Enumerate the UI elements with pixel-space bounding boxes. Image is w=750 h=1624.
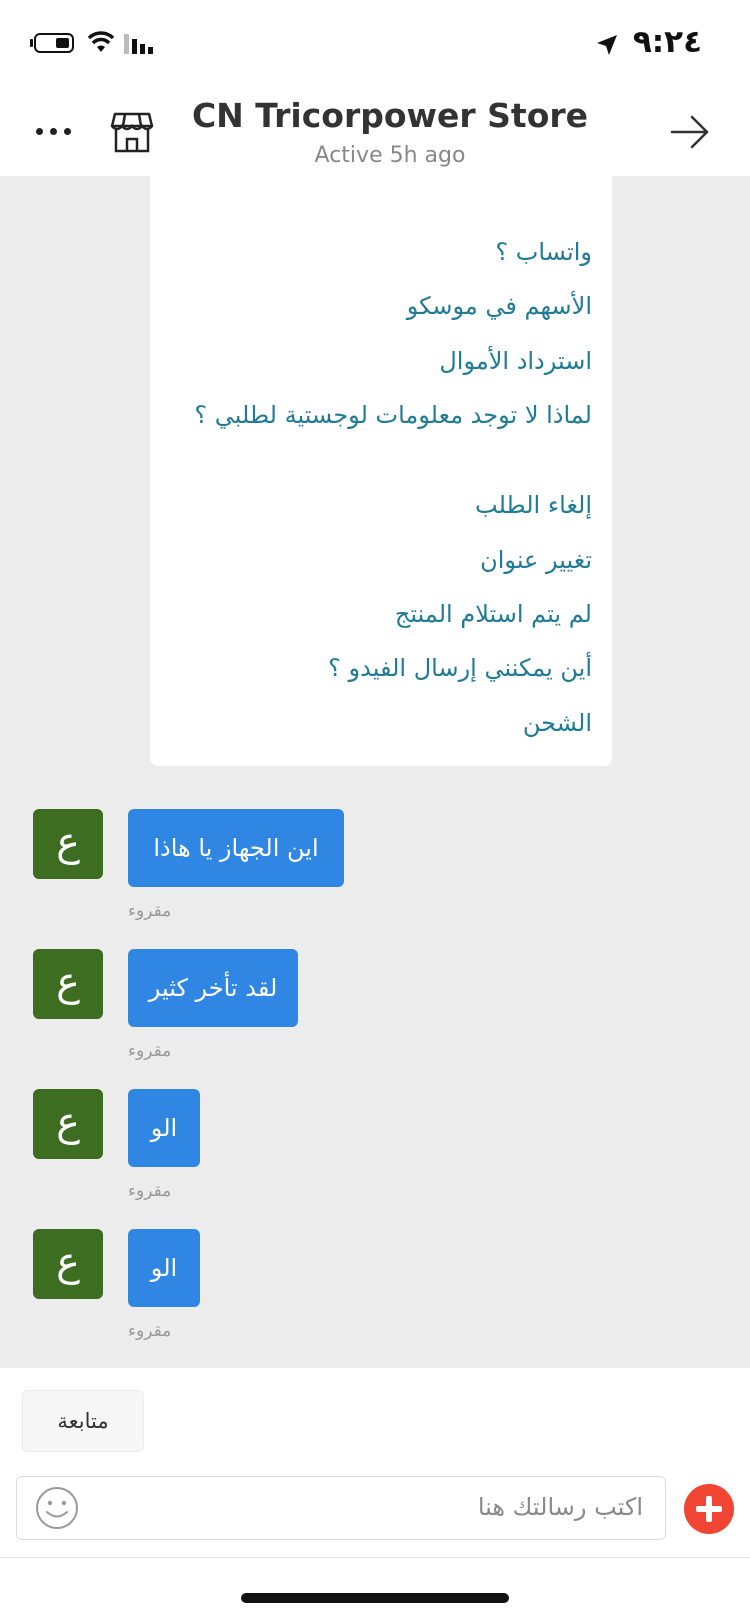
faq-link[interactable]: الأسهم في موسكو <box>407 292 592 320</box>
faq-card: ـ ـ ـ واتساب ؟ الأسهم في موسكو استرداد ا… <box>150 162 612 766</box>
message-input[interactable]: اكتب رسالتك هنا <box>16 1476 666 1540</box>
chat-area[interactable]: ـ ـ ـ واتساب ؟ الأسهم في موسكو استرداد ا… <box>0 162 750 1368</box>
message-row: ع الو مقروء <box>0 1089 750 1209</box>
message-placeholder: اكتب رسالتك هنا <box>477 1493 643 1521</box>
emoji-icon[interactable] <box>35 1486 79 1530</box>
add-attachment-button[interactable] <box>684 1484 734 1534</box>
signal-icon <box>124 34 153 54</box>
message-row: ع لقد تأخر كثير مقروء <box>0 949 750 1069</box>
card-cut-text: ـ ـ ـ <box>150 162 580 172</box>
follow-button[interactable]: متابعة <box>22 1390 144 1452</box>
read-status: مقروء <box>128 901 172 921</box>
message-bubble[interactable]: الو <box>128 1229 200 1307</box>
composer-area: متابعة اكتب رسالتك هنا <box>0 1368 750 1624</box>
location-arrow-icon <box>597 35 617 55</box>
faq-link[interactable]: أين يمكنني إرسال الفيدو ؟ <box>328 654 592 682</box>
read-status: مقروء <box>128 1041 172 1061</box>
message-row: ع الو مقروء <box>0 1229 750 1349</box>
faq-link[interactable]: استرداد الأموال <box>439 347 592 375</box>
avatar[interactable]: ع <box>33 1229 103 1299</box>
avatar[interactable]: ع <box>33 1089 103 1159</box>
faq-link[interactable]: لماذا لا توجد معلومات لوجستية لطلبي ؟ <box>194 401 592 429</box>
message-bubble[interactable]: اين الجهاز يا هاذا <box>128 809 344 887</box>
message-bubble[interactable]: الو <box>128 1089 200 1167</box>
read-status: مقروء <box>128 1321 172 1341</box>
avatar[interactable]: ع <box>33 949 103 1019</box>
wifi-icon <box>87 31 115 52</box>
back-arrow-icon[interactable] <box>670 114 710 150</box>
faq-link[interactable]: إلغاء الطلب <box>475 491 592 519</box>
faq-link[interactable]: واتساب ؟ <box>495 238 592 266</box>
divider <box>0 1557 750 1558</box>
faq-link[interactable]: تغيير عنوان <box>480 546 592 574</box>
faq-link[interactable]: لم يتم استلام المنتج <box>395 600 592 628</box>
status-time: ٩:٢٤ <box>632 24 702 60</box>
battery-icon <box>34 33 74 53</box>
more-options-icon[interactable] <box>36 128 76 138</box>
status-bar: ٩:٢٤ <box>0 0 750 88</box>
faq-link[interactable]: الشحن <box>523 709 592 737</box>
read-status: مقروء <box>128 1181 172 1201</box>
avatar[interactable]: ع <box>33 809 103 879</box>
store-icon[interactable] <box>110 110 154 154</box>
message-row: ع اين الجهاز يا هاذا مقروء <box>0 809 750 929</box>
store-title: CN Tricorpower Store <box>191 96 589 135</box>
message-bubble[interactable]: لقد تأخر كثير <box>128 949 298 1027</box>
home-indicator[interactable] <box>241 1593 509 1603</box>
